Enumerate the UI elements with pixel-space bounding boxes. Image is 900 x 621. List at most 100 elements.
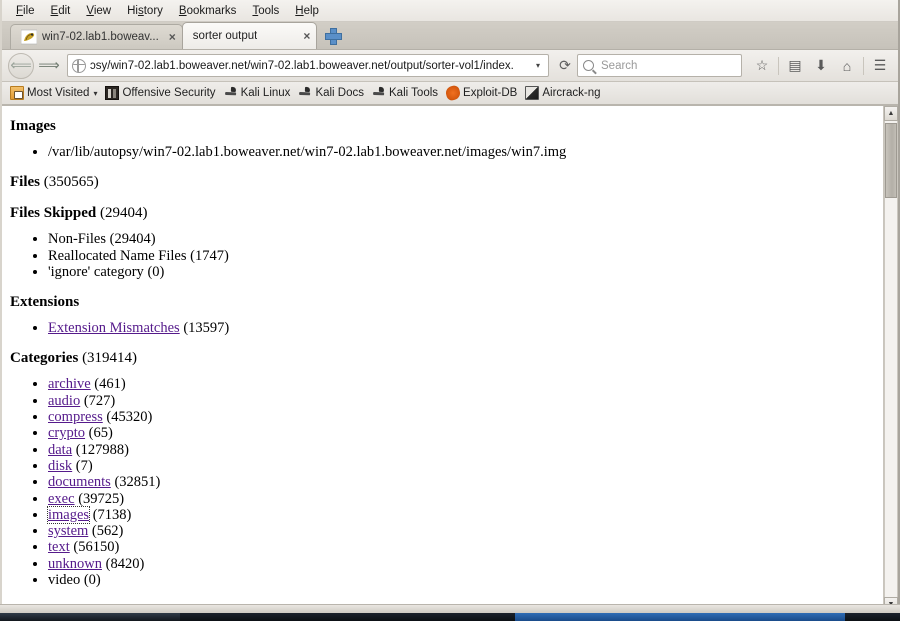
- downloads-icon[interactable]: ⬇: [809, 54, 833, 78]
- extension-item[interactable]: Extension Mismatches (13597): [48, 320, 883, 336]
- browser-window: File Edit View History Bookmarks Tools Help wi…: [0, 0, 900, 612]
- tab-label: win7-02.lab1.boweav...: [42, 31, 159, 43]
- search-input[interactable]: [599, 58, 736, 73]
- bookmark-label: Kali Tools: [389, 87, 439, 99]
- files-skipped-item-count: (0): [143, 263, 165, 280]
- dragon-icon: [222, 84, 240, 102]
- page-content: Images /var/lib/autopsy/win7-02.lab1.bow…: [2, 106, 883, 612]
- taskbar-active-window-item[interactable]: [515, 613, 845, 621]
- category-item[interactable]: audio (727): [48, 393, 883, 409]
- chevron-down-icon[interactable]: ▾: [93, 89, 97, 98]
- search-bar[interactable]: [577, 54, 742, 77]
- menu-item-bookmarks[interactable]: Bookmarks: [171, 3, 245, 19]
- category-link-system[interactable]: system: [48, 523, 88, 539]
- menu-item-view[interactable]: View: [78, 3, 119, 19]
- menu-item-tools[interactable]: Tools: [244, 3, 287, 19]
- menu-item-file[interactable]: File: [8, 3, 43, 19]
- bookmark-exploit-db[interactable]: Exploit-DB: [444, 84, 523, 102]
- category-item[interactable]: archive (461): [48, 376, 883, 392]
- category-item[interactable]: compress (45320): [48, 409, 883, 425]
- category-link-unknown[interactable]: unknown: [48, 556, 102, 572]
- files-skipped-item: Non-Files (29404): [48, 231, 883, 247]
- category-item[interactable]: data (127988): [48, 442, 883, 458]
- browser-tab-0[interactable]: win7-02.lab1.boweav... ×: [10, 24, 183, 49]
- category-item-count: (0): [80, 572, 101, 589]
- taskbar-window-item[interactable]: [180, 613, 515, 621]
- home-icon[interactable]: ⌂: [835, 54, 859, 78]
- category-link-audio[interactable]: audio: [48, 393, 80, 409]
- scrollbar-thumb[interactable]: [885, 123, 897, 198]
- bookmark-kali-linux[interactable]: Kali Linux: [222, 85, 297, 101]
- menu-item-edit[interactable]: Edit: [43, 3, 79, 19]
- bookmark-kali-tools[interactable]: Kali Tools: [370, 85, 444, 101]
- bookmark-star-icon[interactable]: ☆: [750, 54, 774, 78]
- tab-close-icon[interactable]: ×: [303, 30, 310, 42]
- url-bar[interactable]: ɔsy/win7-02.lab1.boweaver.net/win7-02.la…: [67, 54, 549, 77]
- heading-extensions: Extensions: [10, 294, 883, 311]
- category-item[interactable]: disk (7): [48, 458, 883, 474]
- category-item[interactable]: documents (32851): [48, 474, 883, 490]
- category-link-compress[interactable]: compress: [48, 409, 103, 425]
- category-link-text[interactable]: text: [48, 539, 70, 555]
- taskbar-launcher-area[interactable]: [0, 613, 180, 621]
- category-item[interactable]: images (7138): [46, 505, 883, 524]
- url-history-dropdown-icon[interactable]: ▾: [533, 61, 545, 70]
- category-item[interactable]: crypto (65): [48, 425, 883, 441]
- image-item-label: /var/lib/autopsy/win7-02.lab1.boweaver.n…: [48, 144, 567, 160]
- url-text[interactable]: ɔsy/win7-02.lab1.boweaver.net/win7-02.la…: [90, 60, 533, 72]
- tab-favicon-icon: [20, 29, 38, 45]
- bookmark-most-visited[interactable]: Most Visited ▾: [8, 85, 103, 101]
- category-link-documents[interactable]: documents: [48, 474, 111, 490]
- bookmark-label: Kali Linux: [240, 87, 291, 99]
- category-link-disk[interactable]: disk: [48, 458, 72, 474]
- files-skipped-link--ignore-category: 'ignore' category: [48, 263, 144, 280]
- category-item-count: (39725): [74, 490, 125, 507]
- category-item-count: (65): [85, 425, 113, 442]
- category-link-data[interactable]: data: [48, 442, 72, 458]
- category-item[interactable]: text (56150): [48, 539, 883, 555]
- category-link-images[interactable]: images: [46, 505, 91, 524]
- category-item-count: (8420): [101, 555, 145, 572]
- dragon-icon: [296, 84, 314, 102]
- files-skipped-list: Non-Files (29404)Reallocated Name Files …: [10, 231, 883, 280]
- menu-item-history[interactable]: History: [119, 3, 171, 19]
- category-item-count: (7138): [89, 506, 132, 523]
- browser-tab-1[interactable]: sorter output ×: [181, 22, 318, 49]
- library-icon[interactable]: ▤: [783, 54, 807, 78]
- files-count: (350565): [43, 174, 99, 191]
- category-item-count: (45320): [102, 409, 153, 426]
- menu-bar: File Edit View History Bookmarks Tools Help: [2, 0, 898, 22]
- category-link-archive[interactable]: archive: [48, 376, 91, 392]
- page-scrollbar[interactable]: ▲ ▼: [883, 106, 898, 612]
- scroll-up-button[interactable]: ▲: [884, 106, 898, 121]
- bookmark-kali-docs[interactable]: Kali Docs: [296, 85, 370, 101]
- search-icon: [583, 60, 594, 71]
- menu-item-help[interactable]: Help: [287, 3, 327, 19]
- category-link-exec[interactable]: exec: [48, 491, 75, 507]
- aircrack-icon: [525, 86, 540, 100]
- category-link-crypto[interactable]: crypto: [48, 425, 85, 441]
- bookmark-aircrack-ng[interactable]: Aircrack-ng: [523, 85, 606, 101]
- files-skipped-item-count: (29404): [106, 231, 156, 248]
- extensions-list: Extension Mismatches (13597): [10, 320, 883, 336]
- bookmark-offensive-security[interactable]: Offensive Security: [103, 85, 221, 101]
- menu-hamburger-icon[interactable]: ☰: [868, 54, 892, 78]
- bookmark-label: Offensive Security: [122, 87, 216, 99]
- extension-item-count: (13597): [179, 320, 230, 337]
- new-tab-button[interactable]: [324, 27, 343, 45]
- heading-extensions-label: Extensions: [10, 294, 80, 311]
- extension-link-extension-mismatches[interactable]: Extension Mismatches: [48, 320, 180, 336]
- scrollbar-track[interactable]: [884, 121, 898, 597]
- back-button[interactable]: ⟸: [8, 52, 34, 79]
- forward-button[interactable]: ⟹: [36, 53, 62, 79]
- tab-close-icon[interactable]: ×: [169, 31, 176, 43]
- reload-button[interactable]: ⟳: [555, 55, 575, 76]
- files-skipped-link-reallocated-name-files: Reallocated Name Files: [48, 247, 187, 264]
- heading-files: Files (350565): [10, 174, 883, 191]
- category-item[interactable]: unknown (8420): [48, 556, 883, 572]
- taskbar-tray-area[interactable]: [845, 613, 900, 621]
- category-item[interactable]: system (562): [48, 523, 883, 539]
- category-item[interactable]: exec (39725): [48, 491, 883, 507]
- forward-arrow-icon: ⟹: [38, 57, 60, 74]
- category-link-video: video: [48, 572, 81, 589]
